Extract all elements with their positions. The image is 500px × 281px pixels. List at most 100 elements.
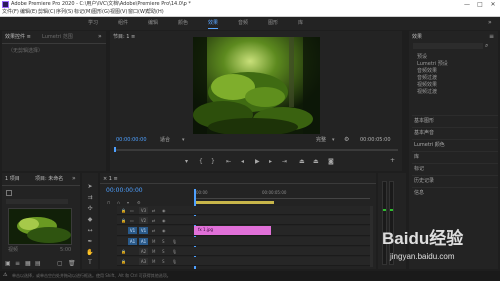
- freeform-view-icon[interactable]: ▤: [35, 261, 41, 267]
- menu-help[interactable]: 帮助(H): [146, 10, 164, 15]
- effects-folder-audio-effects[interactable]: 音频效果: [417, 69, 497, 74]
- menu-edit[interactable]: 编辑(E): [20, 10, 37, 15]
- add-marker-timeline-icon[interactable]: ▾: [127, 200, 129, 205]
- tab-project[interactable]: 1 项目: [5, 177, 20, 182]
- step-back-icon[interactable]: ◂: [241, 159, 244, 165]
- panel-overflow-icon[interactable]: »: [98, 34, 102, 40]
- eye-icon[interactable]: ◉: [162, 208, 166, 213]
- tab-effect-controls[interactable]: 效果控件 ≡: [5, 35, 31, 40]
- lift-icon[interactable]: ⏏: [299, 159, 305, 165]
- section-lumetri-color[interactable]: Lumetri 颜色: [412, 139, 498, 149]
- add-button-icon[interactable]: +: [390, 158, 395, 164]
- zoom-select[interactable]: 适合: [160, 138, 170, 143]
- lock-icon[interactable]: ▣: [5, 261, 11, 267]
- section-essential-graphics[interactable]: 基本图形: [412, 115, 498, 125]
- microphone-icon[interactable]: 🎙: [172, 239, 177, 244]
- tab-lumetri-scopes[interactable]: Lumetri 范围: [42, 35, 73, 40]
- effects-search-input[interactable]: [413, 43, 483, 49]
- tab-sequence[interactable]: × 1 ≡: [103, 177, 118, 182]
- lock-track-icon[interactable]: 🔒: [121, 208, 126, 213]
- sync-lock-icon[interactable]: ⇄: [152, 228, 155, 233]
- play-icon[interactable]: ▶: [255, 159, 260, 165]
- workspace-audio[interactable]: 音频: [238, 21, 248, 26]
- track-name-a3[interactable]: A3: [139, 258, 148, 265]
- timeline-vertical-scrollbar[interactable]: [370, 206, 373, 267]
- type-tool-icon[interactable]: T: [86, 259, 94, 267]
- solo-button[interactable]: S: [162, 239, 165, 244]
- target-track-icon[interactable]: ▭: [130, 218, 134, 223]
- source-patch-a1[interactable]: A1: [128, 238, 137, 245]
- section-libraries[interactable]: 库: [412, 151, 498, 161]
- workspace-learn[interactable]: 学习: [88, 21, 98, 26]
- effects-title[interactable]: 效果: [412, 35, 422, 40]
- sync-lock-icon[interactable]: ⇄: [152, 208, 155, 213]
- solo-button[interactable]: S: [162, 259, 165, 264]
- menu-file[interactable]: 文件(F): [2, 10, 19, 15]
- lock-track-icon[interactable]: 🔒: [121, 249, 126, 254]
- maximize-button[interactable]: □: [476, 1, 484, 8]
- work-area-bar[interactable]: [194, 201, 274, 204]
- ripple-edit-tool-icon[interactable]: ✣: [86, 205, 94, 213]
- microphone-icon[interactable]: 🎙: [172, 259, 177, 264]
- workspace-effects[interactable]: 效果: [208, 21, 219, 29]
- microphone-icon[interactable]: 🎙: [172, 249, 177, 254]
- menu-sequence[interactable]: 序列(S): [56, 10, 73, 15]
- timeline-timecode[interactable]: 00:00:00:00: [106, 188, 143, 194]
- lock-track-icon[interactable]: 🔒: [121, 259, 126, 264]
- step-forward-icon[interactable]: ▸: [269, 159, 272, 165]
- mute-button[interactable]: M: [152, 259, 155, 264]
- workspace-overflow-icon[interactable]: »: [488, 20, 492, 26]
- timeline-settings-icon[interactable]: ⚙: [137, 200, 141, 205]
- workspace-color[interactable]: 颜色: [178, 21, 188, 26]
- minimize-button[interactable]: —: [463, 1, 471, 8]
- add-marker-icon[interactable]: ▾: [185, 159, 188, 165]
- mute-button[interactable]: M: [152, 239, 155, 244]
- source-patch-v1[interactable]: V1: [128, 227, 137, 234]
- lock-track-icon[interactable]: 🔒: [121, 218, 126, 223]
- resolution-dropdown-icon[interactable]: ▾: [332, 138, 335, 143]
- target-track-icon[interactable]: ▭: [130, 208, 134, 213]
- go-to-in-icon[interactable]: ⇤: [226, 159, 231, 165]
- menu-window[interactable]: 窗口(W): [128, 10, 147, 15]
- time-ruler[interactable]: [194, 198, 370, 199]
- wrench-icon[interactable]: ⚙: [344, 137, 349, 143]
- menu-graphics[interactable]: 图形(G): [92, 10, 110, 15]
- menu-marker[interactable]: 标记(M): [74, 10, 92, 15]
- effects-folder-presets[interactable]: 预设: [417, 55, 497, 60]
- track-name-v1[interactable]: V1: [139, 227, 148, 234]
- effects-folder-audio-transitions[interactable]: 音频过渡: [417, 76, 497, 81]
- go-to-out-icon[interactable]: ⇥: [282, 159, 287, 165]
- zoom-dropdown-icon[interactable]: ▾: [182, 138, 185, 143]
- program-playhead[interactable]: [114, 147, 116, 152]
- resolution-select[interactable]: 完整: [316, 138, 326, 143]
- new-item-icon[interactable]: ▢: [57, 261, 63, 267]
- hand-tool-icon[interactable]: ✋: [86, 249, 94, 257]
- program-timecode[interactable]: 00:00:00:00: [116, 138, 147, 143]
- project-overflow-icon[interactable]: »: [72, 176, 76, 182]
- track-name-v3[interactable]: V3: [139, 207, 148, 214]
- effects-folder-video-transitions[interactable]: 视频过渡: [417, 90, 497, 95]
- export-frame-icon[interactable]: ◙: [328, 159, 334, 165]
- pen-tool-icon[interactable]: ✒: [86, 238, 94, 246]
- workspace-graphics[interactable]: 图形: [268, 21, 278, 26]
- list-view-icon[interactable]: ≡: [15, 261, 20, 267]
- linked-selection-icon[interactable]: ∩: [117, 200, 120, 205]
- tab-project-untitled[interactable]: 项目: 未命名: [35, 177, 63, 182]
- section-markers[interactable]: 标记: [412, 163, 498, 173]
- eye-icon[interactable]: ◉: [162, 228, 166, 233]
- section-essential-sound[interactable]: 基本声音: [412, 127, 498, 137]
- workspace-assembly[interactable]: 组件: [118, 21, 128, 26]
- search-icon[interactable]: ⌕: [485, 43, 488, 49]
- clip-thumbnail[interactable]: [8, 208, 72, 245]
- trash-icon[interactable]: 🗑: [68, 261, 76, 267]
- eye-icon[interactable]: ◉: [162, 218, 166, 223]
- selection-tool-icon[interactable]: ➤: [86, 183, 94, 191]
- menu-view[interactable]: 视图(V): [110, 10, 127, 15]
- track-name-a2[interactable]: A2: [139, 248, 148, 255]
- effects-menu-icon[interactable]: ≡: [489, 34, 494, 40]
- extract-icon[interactable]: ⏏: [313, 159, 319, 165]
- track-select-tool-icon[interactable]: ⇉: [86, 194, 94, 202]
- effects-folder-video-effects[interactable]: 视频效果: [417, 83, 497, 88]
- video-clip[interactable]: fx 1.jpg: [194, 226, 271, 235]
- effects-folder-lumetri-presets[interactable]: Lumetri 预设: [417, 62, 497, 67]
